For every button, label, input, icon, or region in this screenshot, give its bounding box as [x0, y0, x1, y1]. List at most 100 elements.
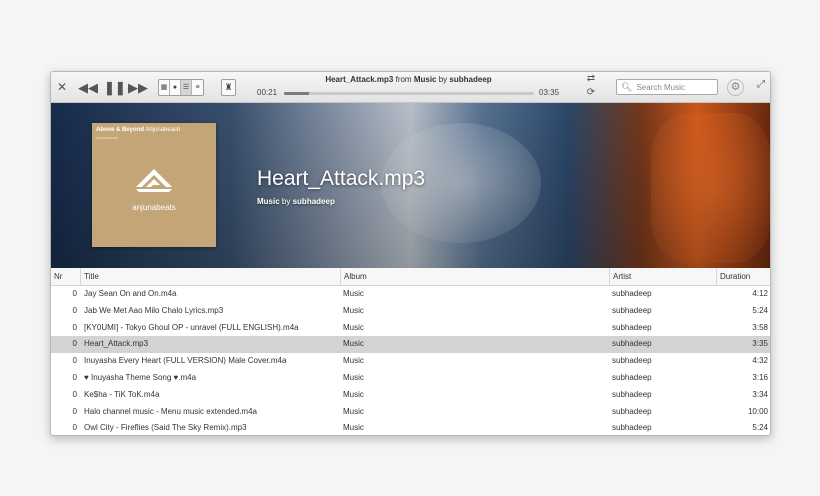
track-duration: 5:24	[752, 423, 768, 433]
track-artist: subhadeep	[612, 322, 652, 332]
repeat-icon[interactable]: ⟳	[584, 87, 598, 98]
hero-track-title: Heart_Attack.mp3	[257, 167, 426, 190]
view-mode-switcher: ▦ ● ☰ ≡	[158, 79, 204, 96]
track-title: [KY0UMI] - Tokyo Ghoul OP - unravel (FUL…	[84, 322, 299, 332]
track-artist: subhadeep	[612, 356, 652, 366]
track-number: 0	[72, 339, 77, 349]
time-elapsed: 00:21	[257, 88, 278, 97]
table-row[interactable]: 0 Jay Sean On and On.m4a Music subhadeep 4:1…	[51, 286, 770, 303]
cover-brand-light: Anjunabeach	[145, 127, 181, 133]
table-row[interactable]: 0 Heart_Attack.mp3 Music subhadeep 3:35	[51, 336, 770, 354]
track-number: 0	[72, 372, 77, 382]
shuffle-icon[interactable]: ⇄	[584, 73, 598, 84]
table-row[interactable]: 0 [KY0UMI] - Tokyo Ghoul OP - unravel (FU…	[51, 320, 770, 337]
hero-subtitle: Music by subhadeep	[257, 197, 335, 206]
seek-bar-fill	[284, 92, 309, 95]
music-player-window: ✕ ◀◀ ❚❚ ▶▶ ▦ ● ☰ ≡ ♜ Heart_Attack.mp3 fr…	[50, 71, 771, 436]
previous-icon[interactable]: ◀◀	[78, 79, 98, 96]
track-album: Music	[343, 389, 364, 399]
table-row[interactable]: 0 Ke$ha - TiK ToK.m4a Music subhadeep 3:34	[51, 387, 770, 404]
column-header-title[interactable]: Title	[80, 268, 340, 286]
now-playing-hero: Above & Beyond Anjunabeach Anjunabeats a…	[51, 103, 770, 268]
search-icon: 🔍︎	[621, 81, 633, 92]
track-duration: 3:34	[752, 389, 768, 399]
track-number: 0	[72, 406, 77, 416]
artist-view-icon[interactable]: ●	[170, 80, 181, 95]
track-number: 0	[72, 322, 77, 332]
track-album: Music	[343, 372, 364, 382]
track-number: 0	[72, 389, 77, 399]
track-list-body: 0 Jay Sean On and On.m4a Music subhadeep 4:1…	[51, 286, 770, 435]
cover-label: anjunabeats	[132, 203, 176, 212]
table-row[interactable]: 0 Jab We Met Aao Milo Chalo Lyrics.mp3 Mus…	[51, 303, 770, 320]
now-playing-artist: subhadeep	[449, 75, 492, 84]
table-row[interactable]: 0 Halo channel music - Menu music extende…	[51, 404, 770, 421]
table-row[interactable]: 0 Owl City - Fireflies (Said The Sky Remi…	[51, 420, 770, 435]
track-duration: 3:58	[752, 322, 768, 332]
track-title: Heart_Attack.mp3	[84, 339, 149, 349]
gear-icon[interactable]: ⚙	[727, 79, 744, 96]
track-artist: subhadeep	[612, 406, 652, 416]
now-playing-title: Heart_Attack.mp3	[325, 75, 394, 84]
track-duration: 3:35	[752, 339, 768, 349]
search-field: 🔍︎	[616, 79, 718, 95]
track-artist: subhadeep	[612, 423, 652, 433]
close-icon[interactable]: ✕	[56, 81, 68, 93]
track-list: Nr Title Album Artist Duration 0 Jay Sean…	[51, 268, 770, 435]
column-view-icon[interactable]: ≡	[192, 80, 203, 95]
track-number: 0	[72, 423, 77, 433]
track-title: Ke$ha - TiK ToK.m4a	[84, 389, 160, 399]
track-title: Halo channel music - Menu music extended…	[84, 406, 257, 416]
album-cover: Above & Beyond Anjunabeach Anjunabeats a…	[92, 123, 216, 247]
maximize-icon[interactable]: ⤢	[754, 79, 768, 90]
hero-album: Music	[257, 197, 280, 206]
track-duration: 10:00	[747, 406, 768, 416]
track-number: 0	[72, 356, 77, 366]
table-row[interactable]: 0 ♥ Inuyasha Theme Song ♥.m4a Music subhade…	[51, 370, 770, 387]
track-title: ♥ Inuyasha Theme Song ♥.m4a	[84, 372, 197, 382]
column-header-duration[interactable]: Duration	[716, 268, 770, 286]
track-artist: subhadeep	[612, 289, 652, 298]
cover-brand-bold: Above & Beyond	[96, 127, 145, 133]
track-title: Jay Sean On and On.m4a	[84, 289, 177, 298]
pause-icon[interactable]: ❚❚	[104, 79, 126, 96]
track-duration: 3:16	[752, 372, 768, 382]
time-total: 03:35	[539, 88, 560, 97]
cover-subtitle: Anjunabeats	[96, 135, 119, 140]
seek-bar[interactable]	[284, 92, 534, 95]
track-duration: 4:12	[752, 289, 768, 298]
column-header-nr[interactable]: Nr	[51, 268, 80, 286]
anjunabeats-logo-icon	[136, 169, 172, 192]
list-view-icon[interactable]: ☰	[181, 80, 192, 95]
track-album: Music	[343, 322, 364, 332]
track-album: Music	[343, 356, 364, 366]
cover-brand: Above & Beyond Anjunabeach	[96, 127, 180, 133]
next-icon[interactable]: ▶▶	[128, 79, 148, 96]
track-album: Music	[343, 406, 364, 416]
track-title: Jab We Met Aao Milo Chalo Lyrics.mp3	[84, 305, 224, 315]
now-playing-album: Music	[413, 75, 437, 84]
track-album: Music	[343, 289, 364, 298]
track-list-header: Nr Title Album Artist Duration	[51, 268, 770, 286]
track-artist: subhadeep	[612, 389, 652, 399]
grid-view-icon[interactable]: ▦	[159, 80, 170, 95]
track-album: Music	[343, 305, 364, 315]
track-duration: 5:24	[752, 305, 768, 315]
track-number: 0	[72, 305, 77, 315]
track-artist: subhadeep	[612, 305, 652, 315]
track-artist: subhadeep	[612, 372, 652, 382]
table-row[interactable]: 0 Inuyasha Every Heart (FULL VERSION) Mal…	[51, 353, 770, 370]
headerbar: ✕ ◀◀ ❚❚ ▶▶ ▦ ● ☰ ≡ ♜ Heart_Attack.mp3 fr…	[51, 72, 770, 103]
equalizer-icon[interactable]: ♜	[221, 79, 236, 96]
now-playing-from: from	[395, 75, 412, 84]
track-number: 0	[72, 289, 77, 298]
hero-artist: subhadeep	[292, 197, 335, 206]
track-album: Music	[343, 339, 364, 349]
hero-by: by	[281, 197, 291, 206]
track-album: Music	[343, 423, 364, 433]
column-header-album[interactable]: Album	[340, 268, 609, 286]
column-header-artist[interactable]: Artist	[609, 268, 716, 286]
track-title: Inuyasha Every Heart (FULL VERSION) Male…	[84, 356, 287, 366]
search-input[interactable]	[636, 82, 717, 92]
now-playing-label: Heart_Attack.mp3 from Music by subhadeep	[251, 75, 566, 84]
